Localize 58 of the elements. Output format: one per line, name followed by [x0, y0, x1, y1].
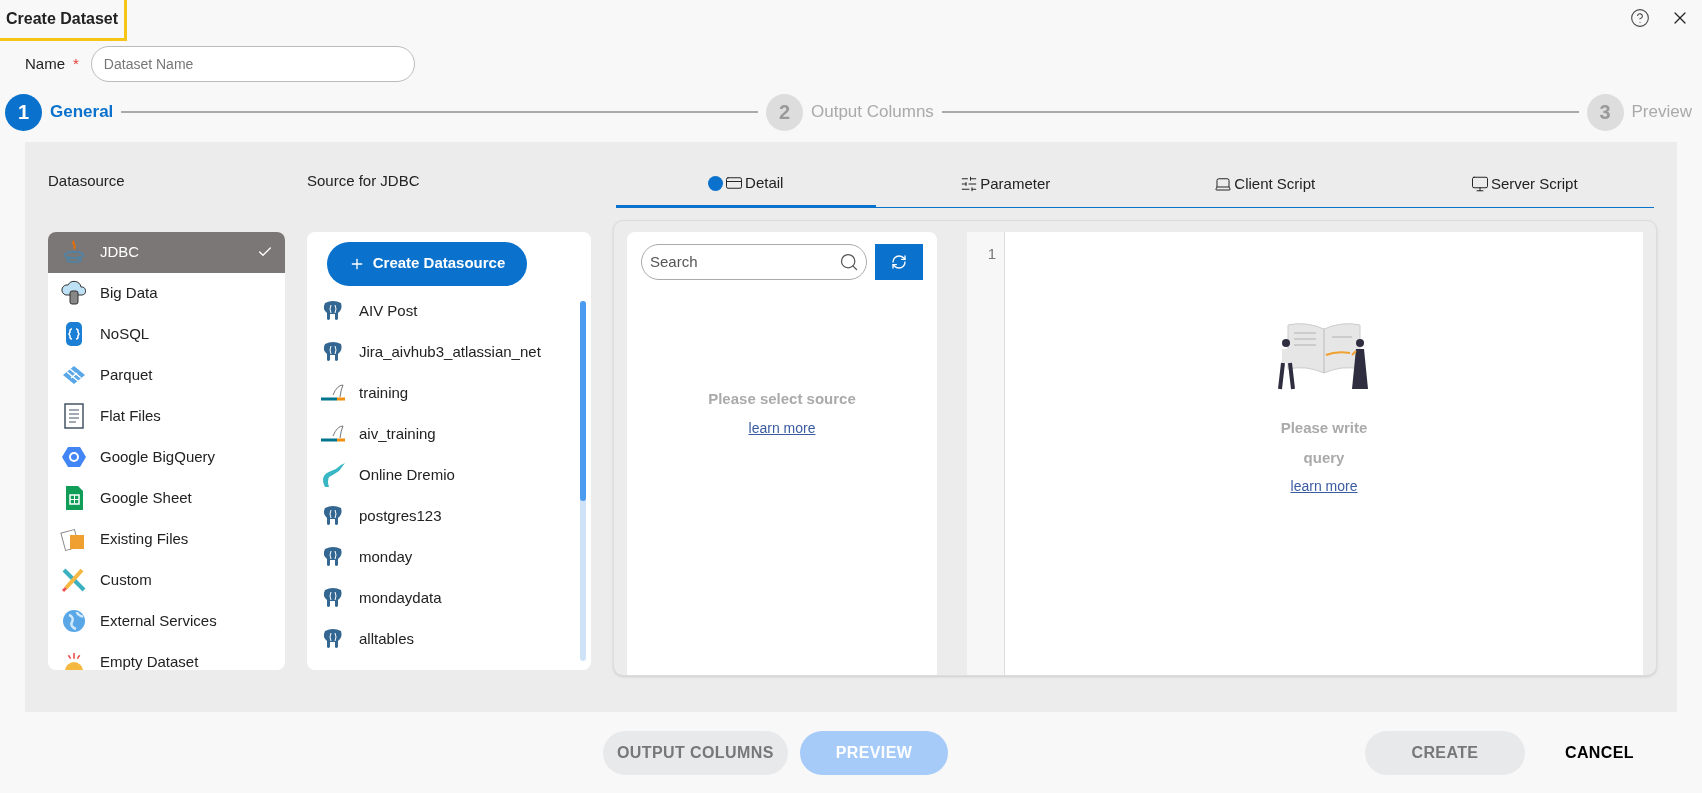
tab-icon [1214, 175, 1233, 194]
search-field[interactable]: Search [641, 243, 867, 280]
tab[interactable]: Client Script [1135, 161, 1395, 207]
datasource-item[interactable]: Flat Files [48, 395, 285, 437]
learn-more-link[interactable]: learn more [1290, 475, 1358, 497]
datasource-item[interactable]: NoSQL [48, 313, 285, 355]
step-number: 3 [1586, 93, 1624, 131]
step-label: General [50, 101, 114, 124]
footer-button[interactable]: CANCEL [1536, 730, 1662, 775]
tools-icon [60, 566, 88, 595]
empty-message: Please write [1280, 417, 1368, 438]
empty-message: Please select source [708, 388, 856, 409]
source-item[interactable]: postgres123 [307, 495, 580, 537]
datasource-item[interactable]: JDBC [48, 231, 285, 273]
help-icon[interactable] [1630, 8, 1650, 28]
cloud-database-icon [60, 279, 88, 308]
footer-button[interactable]: CREATE [1364, 730, 1525, 775]
tab[interactable]: Detail [616, 161, 876, 207]
source-item[interactable]: AIV Post [307, 290, 580, 332]
line-number: 1 [987, 244, 996, 262]
window-title: Create Dataset [0, 0, 128, 41]
sources-heading: Source for JDBC [307, 170, 421, 191]
name-field[interactable]: Dataset Name [90, 46, 415, 83]
source-item[interactable]: aiv_training [307, 413, 580, 455]
refresh-icon [891, 253, 907, 270]
name-label: Name [25, 54, 65, 75]
step-label: Output Columns [811, 101, 934, 124]
learn-more-link[interactable]: learn more [748, 418, 816, 440]
source-item[interactable]: training [307, 372, 580, 414]
source-item[interactable]: mondaydata [307, 577, 580, 619]
datasource-item[interactable]: Custom [48, 559, 285, 601]
datasource-item[interactable]: Empty Dataset [48, 641, 285, 670]
tab[interactable]: Parameter [875, 161, 1135, 207]
datasource-item[interactable]: Parquet [48, 354, 285, 396]
tab[interactable]: Server Script [1394, 161, 1654, 207]
source-item[interactable]: alltables [307, 618, 580, 660]
step-number: 1 [5, 93, 42, 131]
datasource-item[interactable]: Big Data [48, 272, 285, 314]
create-datasource-button[interactable]: Create Datasource [327, 241, 527, 286]
source-item[interactable]: Jira_aivhub3_atlassian_net [307, 331, 580, 373]
datasource-item[interactable]: External Services [48, 600, 285, 642]
empty-message: query [1303, 448, 1345, 469]
step[interactable]: 1 General [5, 93, 114, 131]
datasource-item[interactable]: Existing Files [48, 518, 285, 560]
step-label: Preview [1631, 101, 1692, 124]
datasource-heading: Datasource [48, 170, 126, 191]
tab-icon [960, 175, 979, 194]
datasource-item[interactable]: Google Sheet [48, 477, 285, 519]
step-number: 2 [766, 93, 803, 131]
datasource-item[interactable]: Google BigQuery [48, 436, 285, 478]
required-mark: * [73, 54, 79, 75]
footer-button[interactable]: OUTPUT COLUMNS [603, 730, 788, 775]
source-item[interactable]: monday [307, 536, 580, 578]
tab-icon [1470, 175, 1489, 194]
refresh-button[interactable] [875, 243, 923, 280]
source-item[interactable]: Online Dremio [307, 454, 580, 496]
search-icon [839, 251, 859, 272]
scrollbar[interactable] [580, 300, 586, 661]
